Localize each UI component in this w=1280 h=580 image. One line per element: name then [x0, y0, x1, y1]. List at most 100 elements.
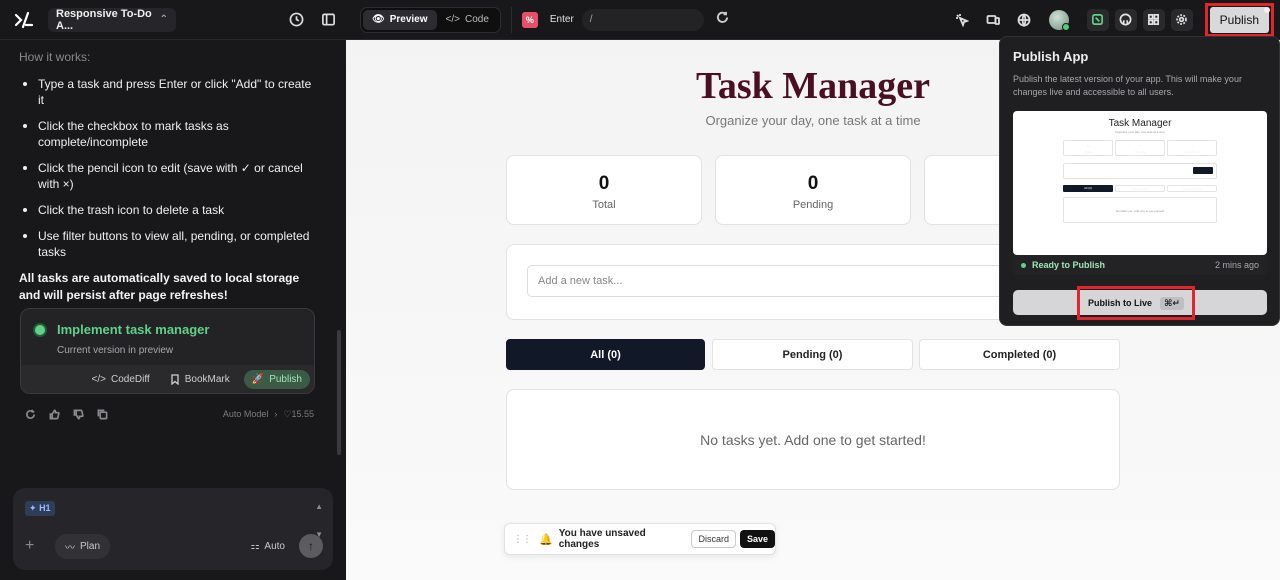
- bookmark-button[interactable]: BookMark: [164, 370, 236, 389]
- preview-topbar: 👁 Preview </> Code % Enter / Publish: [346, 0, 1280, 40]
- credits-value: 15.55: [291, 409, 314, 419]
- project-selector[interactable]: Responsive To-Do A... ⌃: [48, 7, 176, 32]
- publish-to-live-label: Publish to Live: [1088, 298, 1153, 308]
- thumb-stat: 0 Pending: [1115, 140, 1165, 156]
- thumb-stat-label: Total: [1084, 150, 1092, 154]
- stat-value: 0: [807, 173, 819, 194]
- arrow-up-icon: ↑: [308, 539, 314, 553]
- auto-button[interactable]: ⚏ Auto: [250, 541, 285, 552]
- app-favicon-icon: %: [521, 11, 538, 28]
- bookmark-icon: [171, 373, 179, 385]
- thumbs-up-icon[interactable]: [48, 408, 60, 420]
- step-item: Click the checkbox to mark tasks as comp…: [19, 118, 315, 150]
- thumbs-down-icon[interactable]: [72, 408, 84, 420]
- filter-all-button[interactable]: All (0): [506, 339, 705, 370]
- how-heading: How it works:: [19, 50, 91, 64]
- supabase-icon[interactable]: [1086, 8, 1109, 31]
- composer[interactable]: ✦ H1 ▲ ▼ + 〰 Plan ⚏ Auto ↑: [13, 488, 333, 570]
- filter-completed-button[interactable]: Completed (0): [919, 339, 1120, 370]
- reload-icon[interactable]: [716, 11, 729, 29]
- filter-pending-button[interactable]: Pending (0): [712, 339, 913, 370]
- chevron-updown-icon: ⌃: [159, 14, 168, 25]
- h1-tag-label: H1: [39, 503, 51, 513]
- thumb-stat-value: 0: [1139, 144, 1141, 148]
- publish-button[interactable]: Publish: [1209, 6, 1269, 33]
- save-button[interactable]: Save: [739, 530, 775, 548]
- codediff-label: CodeDiff: [110, 373, 150, 385]
- plan-label: Plan: [80, 540, 101, 552]
- stat-total: 0 Total: [506, 155, 702, 225]
- shortcut-badge: ⌘↵: [1160, 296, 1184, 310]
- responsive-devices-icon[interactable]: [985, 12, 1001, 28]
- notification-dot: [1264, 6, 1270, 13]
- copy-icon[interactable]: [96, 408, 108, 420]
- rocket-icon: 🚀: [251, 373, 265, 385]
- tab-preview[interactable]: 👁 Preview: [363, 9, 437, 30]
- bookmark-label: BookMark: [184, 373, 230, 385]
- history-icon[interactable]: [288, 12, 304, 28]
- plan-button[interactable]: 〰 Plan: [55, 533, 111, 559]
- bell-icon: 🔔: [539, 533, 553, 546]
- thumb-filter-all: All (0): [1063, 185, 1113, 192]
- waveform-icon: 〰: [65, 542, 75, 554]
- model-name: Auto Model: [222, 409, 269, 419]
- step-item: Click the trash icon to delete a task: [19, 202, 315, 218]
- user-avatar[interactable]: [1048, 9, 1070, 31]
- version-card[interactable]: Implement task manager Current version i…: [20, 308, 315, 394]
- tab-code-label: Code: [464, 14, 489, 25]
- credit-icon: ♡: [283, 408, 292, 419]
- send-button[interactable]: ↑: [299, 534, 323, 558]
- chat-message: How it works: Type a task and press Ente…: [0, 50, 334, 304]
- chat-scrollbar[interactable]: [337, 330, 341, 455]
- integrations-icon[interactable]: [1142, 8, 1165, 31]
- thumb-title: Task Manager: [1108, 118, 1172, 129]
- thumb-stat-label: Pending: [1134, 150, 1146, 154]
- unsaved-changes-bar: ⋮⋮ 🔔 You have unsaved changes Discard Sa…: [504, 523, 776, 555]
- github-icon[interactable]: [1114, 8, 1137, 31]
- preview-thumbnail: Task Manager Organize your day, one task…: [1013, 111, 1267, 255]
- thumb-filter-pending: Pending (0): [1115, 185, 1165, 192]
- publish-status: Ready to Publish: [1032, 260, 1106, 270]
- drag-handle-icon[interactable]: ⋮⋮: [513, 534, 532, 545]
- app-logo-icon[interactable]: [14, 9, 36, 31]
- thumb-stat-value: 0: [1191, 144, 1193, 148]
- code-icon: </>: [445, 14, 460, 25]
- sparkle-icon: ✦: [29, 503, 37, 513]
- step-item: Use filter buttons to view all, pending,…: [19, 228, 315, 260]
- status-dot-icon: [1021, 262, 1026, 268]
- h1-tag[interactable]: ✦ H1: [25, 501, 55, 516]
- thumb-filter-completed: Completed (0): [1167, 185, 1217, 192]
- version-title: Implement task manager: [57, 322, 210, 337]
- retry-icon[interactable]: [24, 408, 36, 420]
- meta-separator: ›: [274, 409, 278, 419]
- view-toggle: 👁 Preview </> Code: [360, 6, 501, 33]
- codediff-button[interactable]: </> CodeDiff: [86, 370, 156, 389]
- select-element-icon[interactable]: [954, 12, 970, 28]
- status-dot-icon: [35, 324, 45, 335]
- thumb-subtitle: Organize your day, one task at a time: [1115, 130, 1165, 134]
- tab-preview-label: Preview: [389, 14, 428, 25]
- message-meta-row: Auto Model › ♡ 15.55: [24, 408, 314, 420]
- card-publish-label: Publish: [269, 373, 302, 385]
- card-publish-button[interactable]: 🚀 Publish: [243, 369, 310, 389]
- stat-value: 0: [598, 173, 610, 194]
- stat-pending: 0 Pending: [715, 155, 911, 225]
- project-name: Responsive To-Do A...: [56, 7, 152, 32]
- step-item: Click the pencil icon to edit (save with…: [19, 160, 315, 192]
- tab-code[interactable]: </> Code: [437, 10, 498, 30]
- thumb-stat: 0 Total: [1063, 140, 1113, 156]
- sidebar-toggle-icon[interactable]: [320, 12, 336, 28]
- stat-label: Total: [592, 199, 616, 211]
- discard-button[interactable]: Discard: [691, 530, 736, 548]
- thumb-add-button: [1193, 167, 1213, 174]
- settings-gear-icon[interactable]: [1170, 8, 1193, 31]
- globe-icon[interactable]: [1016, 12, 1032, 28]
- stat-label: Pending: [792, 199, 834, 211]
- popover-title: Publish App: [1013, 49, 1089, 64]
- divider: [510, 6, 512, 33]
- publish-to-live-highlight[interactable]: Publish to Live ⌘↵: [1077, 286, 1195, 320]
- publish-status-row: Ready to Publish 2 mins ago: [1013, 255, 1267, 275]
- url-input[interactable]: /: [581, 8, 704, 31]
- storage-note: All tasks are automatically saved to loc…: [19, 271, 300, 302]
- plus-icon[interactable]: +: [25, 537, 45, 555]
